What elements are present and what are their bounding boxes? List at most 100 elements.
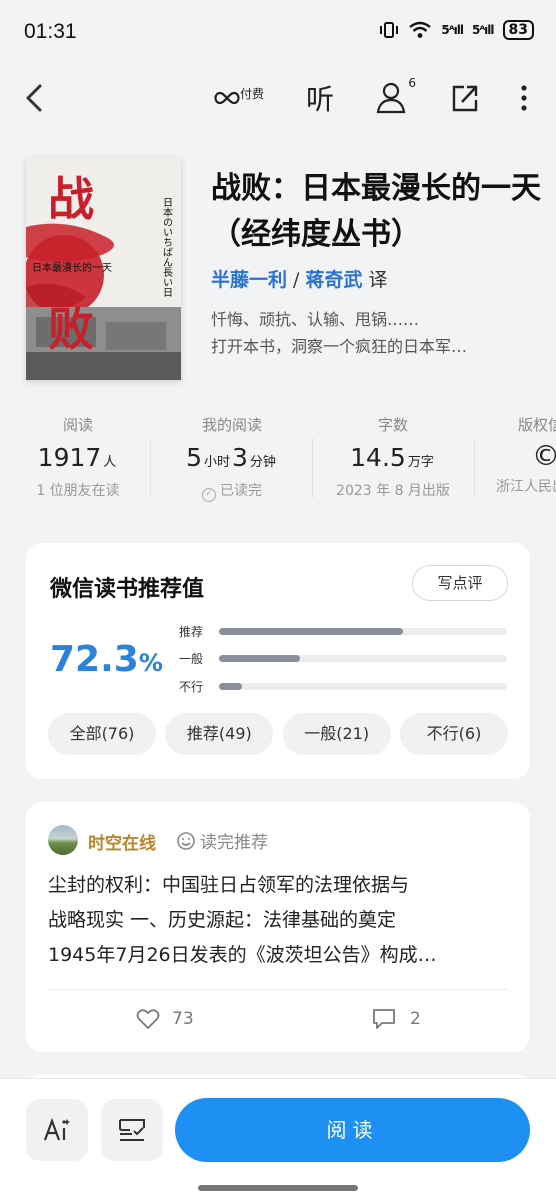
review-card[interactable]: 时空在线 读完推荐 尘封的权利：中国驻日占领军的法理依据与 战略现实 一、历史源… xyxy=(26,802,530,1052)
stat-value: 5 小时3 分钟 xyxy=(164,443,300,472)
comment-button[interactable]: 2 xyxy=(372,1008,421,1030)
stats-row: 阅读 1917 人 1 位朋友在读 我的阅读 5 小时3 分钟 ✓ 已读完 字数 14.… xyxy=(0,414,556,514)
bar-track xyxy=(219,628,507,635)
stat-copyright[interactable]: 版权信息 © 浙江人民出版社 xyxy=(490,414,556,496)
listen-button[interactable]: 听 xyxy=(306,78,334,118)
bar-label: 不行 xyxy=(179,680,204,694)
score-unit: % xyxy=(138,649,163,677)
cover-jp-side: 日本のいちばん長い日 xyxy=(161,197,173,297)
hours: 5 xyxy=(186,443,202,472)
bar-bad: 不行 xyxy=(179,678,509,694)
comment-icon xyxy=(373,1009,395,1029)
stat-sub: 2023 年 8 月出版 xyxy=(336,483,450,499)
stat-value: 1917 人 xyxy=(20,443,136,472)
stat-sub: 1 位朋友在读 xyxy=(36,483,120,499)
score-value: 72.3 xyxy=(50,639,139,680)
share-icon[interactable] xyxy=(450,82,480,114)
review-line: 尘封的权利：中国驻日占领军的法理依据与 xyxy=(48,874,410,896)
like-button[interactable]: 73 xyxy=(136,1008,194,1030)
author-separator: / xyxy=(287,269,306,291)
bar-label: 推荐 xyxy=(179,625,204,639)
smile-icon xyxy=(177,831,195,850)
reviewer-name[interactable]: 时空在线 xyxy=(88,829,156,854)
review-tag: 读完推荐 xyxy=(176,828,268,853)
finished-text: 已读完 xyxy=(220,483,262,499)
pay-label: 付费 xyxy=(240,86,265,101)
divider xyxy=(150,438,151,498)
review-body[interactable]: 尘封的权利：中国驻日占领军的法理依据与 战略现实 一、历史源起：法律基础的奠定 … xyxy=(48,868,510,973)
friends-button[interactable]: 6 xyxy=(374,76,416,116)
heart-icon xyxy=(136,1009,160,1029)
stat-sub: ✓ 已读完 xyxy=(164,480,300,502)
recommend-score: 72.3% xyxy=(50,639,163,680)
stat-label: 字数 xyxy=(377,416,408,434)
stat-sub: 浙江人民出版社 xyxy=(496,479,556,495)
friend-count: 6 xyxy=(408,76,416,90)
ai-text-icon xyxy=(43,1117,70,1141)
infinity-icon xyxy=(214,91,240,105)
stat-my-reading[interactable]: 我的阅读 5 小时3 分钟 ✓ 已读完 xyxy=(164,414,300,502)
bar-label: 一般 xyxy=(179,652,204,666)
vibrate-icon xyxy=(380,22,399,38)
user-icon xyxy=(376,82,406,114)
battery-icon: 83 xyxy=(502,20,534,40)
like-count: 73 xyxy=(172,1009,194,1029)
stat-reads[interactable]: 阅读 1917 人 1 位朋友在读 xyxy=(20,414,136,500)
signal-icon-2: 5ᴬıll xyxy=(471,23,495,37)
bar-fill xyxy=(219,628,404,635)
shelf-add-icon xyxy=(119,1119,145,1141)
book-title: 战败：日本最漫长的一天（经纬度丛书） xyxy=(211,171,541,252)
hours-unit: 小时 xyxy=(203,455,230,470)
chip-average[interactable]: 一般(21) xyxy=(282,713,391,755)
status-time: 01:31 xyxy=(24,20,77,43)
reads-count: 1917 xyxy=(37,443,102,472)
minutes: 3 xyxy=(232,443,248,472)
pay-membership-button[interactable]: 付费 xyxy=(212,80,264,116)
minutes-unit: 分钟 xyxy=(249,455,276,470)
chip-bad[interactable]: 不行(6) xyxy=(399,713,508,755)
status-bar: 01:31 5ᴬıll 5ᴬıll 83 xyxy=(0,0,556,64)
reads-unit: 人 xyxy=(103,455,117,470)
stat-label: 阅读 xyxy=(62,416,93,434)
review-line: 1945年7月26日发表的《波茨坦公告》构成… xyxy=(48,944,437,966)
cover-cn-small: 日本最漫长的一天 xyxy=(32,261,112,274)
bar-fill xyxy=(219,655,300,662)
wifi-icon xyxy=(409,21,432,38)
bottom-bar: 阅读 xyxy=(0,1078,556,1200)
more-icon[interactable] xyxy=(514,82,534,114)
bar-average: 一般 xyxy=(179,650,509,666)
book-authors: 半藤一利 / 蒋奇武 译 xyxy=(211,265,388,292)
signal-icon-1: 5ᴬıll xyxy=(441,23,464,37)
stat-label: 版权信息 xyxy=(518,416,556,434)
bookshelf-button[interactable] xyxy=(101,1099,163,1161)
divider xyxy=(474,438,475,498)
word-unit: 万字 xyxy=(407,455,434,470)
divider xyxy=(48,989,508,990)
top-bar: 付费 听 6 xyxy=(0,72,556,124)
check-circle-icon: ✓ xyxy=(202,488,216,502)
author-link[interactable]: 半藤一利 xyxy=(211,269,287,291)
translator-link[interactable]: 蒋奇武 xyxy=(306,269,363,291)
divider xyxy=(312,438,313,498)
recommend-title: 微信读书推荐值 xyxy=(50,577,205,602)
chip-all[interactable]: 全部(76) xyxy=(48,713,156,755)
stat-words[interactable]: 字数 14.5 万字 2023 年 8 月出版 xyxy=(326,414,460,500)
write-review-button[interactable]: 写点评 xyxy=(412,565,508,601)
bar-track xyxy=(219,683,507,690)
font-settings-button[interactable] xyxy=(26,1099,88,1161)
book-description[interactable]: 忏悔、顽抗、认输、甩锅…… 打开本书，洞察一个疯狂的日本军… xyxy=(211,306,531,360)
cover-char-2: 败 xyxy=(48,302,94,356)
review-tag-text: 读完推荐 xyxy=(200,833,268,853)
copyright-icon: © xyxy=(532,439,556,472)
book-cover[interactable]: 战 败 日本最漫长的一天 日本のいちばん長い日 xyxy=(26,157,181,380)
read-button[interactable]: 阅读 xyxy=(175,1098,530,1162)
cover-char-1: 战 xyxy=(48,172,94,226)
filter-chips: 全部(76) 推荐(49) 一般(21) 不行(6) xyxy=(48,713,508,755)
desc-line-1: 忏悔、顽抗、认输、甩锅…… xyxy=(211,310,420,329)
status-icons: 5ᴬıll 5ᴬıll 83 xyxy=(379,20,534,40)
bar-fill xyxy=(219,683,243,690)
bar-recommend: 推荐 xyxy=(179,623,509,639)
chip-recommend[interactable]: 推荐(49) xyxy=(165,713,274,755)
back-icon[interactable] xyxy=(18,80,52,116)
avatar[interactable] xyxy=(48,825,78,855)
